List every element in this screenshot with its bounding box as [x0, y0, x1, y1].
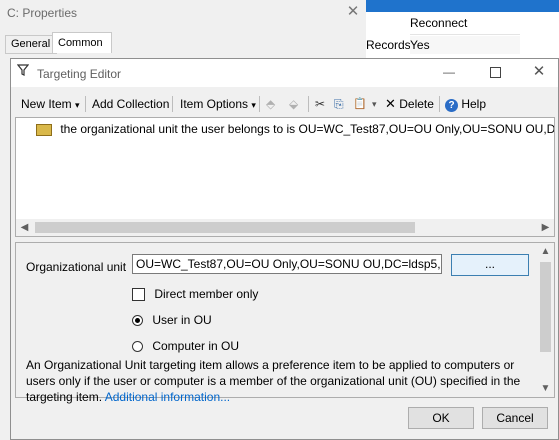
scroll-up-icon[interactable]: ▲: [537, 243, 554, 260]
row-label-records: Records: [366, 38, 411, 52]
horizontal-scrollbar[interactable]: ◀ ▶: [16, 219, 554, 236]
move-up-icon[interactable]: ⬘: [266, 95, 275, 113]
scrollbar-thumb[interactable]: [540, 262, 551, 352]
scroll-right-icon[interactable]: ▶: [537, 219, 554, 236]
toolbar-divider: [308, 96, 309, 112]
toolbar-divider: [85, 96, 86, 112]
funnel-icon: [17, 64, 29, 76]
help-label: Help: [461, 97, 487, 111]
item-properties-pane: Organizational unit OU=WC_Test87,OU=OU O…: [15, 242, 555, 404]
toolbar-divider: [172, 96, 173, 112]
scroll-left-icon[interactable]: ◀: [16, 219, 33, 236]
computer-in-ou-radio[interactable]: Computer in OU: [132, 339, 239, 353]
radio-selected-icon[interactable]: [132, 315, 143, 327]
scrollbar-thumb[interactable]: [35, 222, 415, 233]
move-down-icon[interactable]: ⬙: [289, 95, 298, 113]
direct-member-checkbox[interactable]: Direct member only: [132, 287, 259, 302]
description-body: An Organizational Unit targeting item al…: [26, 358, 521, 404]
properties-window-title: C: Properties: [7, 6, 78, 20]
delete-icon: ✕: [385, 96, 396, 111]
item-options-label: Item Options: [180, 97, 249, 111]
help-icon: ?: [445, 99, 458, 112]
organizational-unit-icon: [36, 123, 52, 136]
direct-member-label: Direct member only: [154, 287, 259, 301]
row-value-yes: Yes: [410, 36, 520, 54]
help-button[interactable]: ? Help: [445, 95, 486, 113]
checkbox-box[interactable]: [132, 288, 145, 302]
paste-icon[interactable]: 📋: [353, 95, 367, 113]
user-in-ou-radio[interactable]: User in OU: [132, 313, 212, 327]
vertical-scrollbar[interactable]: ▲ ▼: [537, 243, 554, 397]
toolbar-divider: [439, 96, 440, 112]
chevron-down-icon[interactable]: ▾: [372, 95, 377, 113]
new-item-button[interactable]: New Item ▾: [21, 95, 80, 113]
minimize-icon: —: [443, 65, 455, 79]
column-header-reconnect: Reconnect: [410, 12, 520, 35]
chevron-down-icon: ▾: [251, 100, 256, 110]
delete-button[interactable]: ✕ Delete: [385, 95, 434, 113]
scroll-down-icon[interactable]: ▼: [537, 380, 554, 397]
close-icon: ✕: [532, 63, 546, 80]
tree-item[interactable]: the organizational unit the user belongs…: [36, 122, 555, 136]
new-item-label: New Item: [21, 97, 72, 111]
background-table: Reconnect Records Yes: [366, 0, 559, 60]
ok-button[interactable]: OK: [408, 407, 474, 429]
editor-titlebar[interactable]: Targeting Editor — ✕: [11, 59, 558, 87]
add-collection-button[interactable]: Add Collection: [92, 95, 169, 113]
tab-general[interactable]: General: [5, 35, 57, 54]
maximize-button[interactable]: [485, 62, 505, 82]
organizational-unit-field[interactable]: OU=WC_Test87,OU=OU Only,OU=SONU OU,DC=ld…: [132, 254, 442, 274]
cancel-button[interactable]: Cancel: [482, 407, 548, 429]
organizational-unit-label: Organizational unit: [26, 260, 127, 274]
selection-highlight: [366, 0, 559, 12]
item-options-button[interactable]: Item Options ▾: [180, 95, 256, 113]
maximize-icon: [489, 67, 501, 78]
radio-unselected-icon[interactable]: [132, 341, 143, 353]
description-text: An Organizational Unit targeting item al…: [26, 357, 531, 405]
toolbar-divider: [259, 96, 260, 112]
tab-common[interactable]: Common: [52, 32, 112, 53]
editor-title: Targeting Editor: [37, 67, 122, 81]
minimize-button[interactable]: —: [439, 62, 459, 82]
browse-button[interactable]: ...: [451, 254, 529, 276]
computer-in-ou-label: Computer in OU: [152, 339, 240, 353]
copy-icon[interactable]: ⎘: [334, 95, 344, 113]
editor-toolbar: New Item ▾ Add Collection Item Options ▾…: [11, 91, 558, 115]
close-icon[interactable]: ✕: [342, 0, 364, 24]
targeting-editor-window: Targeting Editor — ✕ New Item ▾ Add Coll…: [10, 58, 559, 440]
close-button[interactable]: ✕: [529, 62, 549, 82]
additional-information-link[interactable]: Additional information...: [105, 390, 230, 404]
delete-label: Delete: [399, 97, 434, 111]
tree-item-label: the organizational unit the user belongs…: [60, 122, 555, 136]
chevron-down-icon: ▾: [75, 100, 80, 110]
cut-icon[interactable]: ✂: [315, 95, 325, 113]
user-in-ou-label: User in OU: [152, 313, 212, 327]
targeting-tree: the organizational unit the user belongs…: [15, 117, 555, 237]
